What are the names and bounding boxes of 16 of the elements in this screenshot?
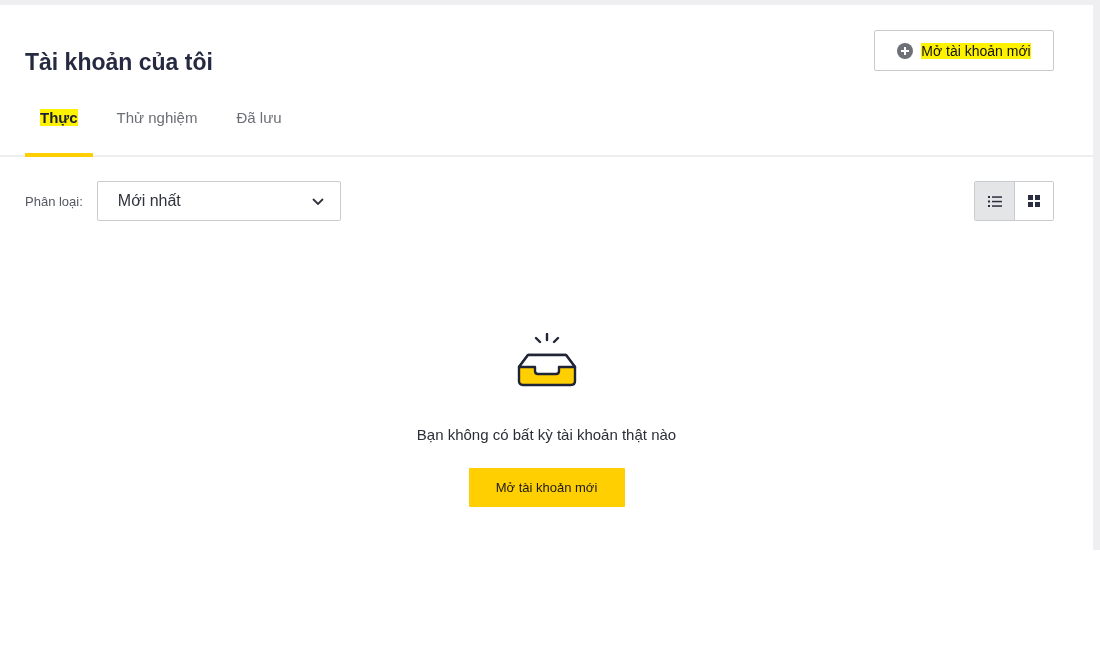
- empty-message: Bạn không có bất kỳ tài khoản thật nào: [416, 425, 677, 445]
- grid-icon: [1028, 195, 1040, 207]
- account-tab[interactable]: Đã lưu: [221, 100, 297, 157]
- view-toggle-button[interactable]: [1014, 182, 1053, 220]
- empty-tray-icon: [516, 333, 577, 387]
- sort-label: Phân loại:: [25, 193, 83, 209]
- sort-dropdown[interactable]: Mới nhất: [96, 181, 341, 221]
- page-title: Tài khoản của tôi: [25, 48, 213, 76]
- open-account-button[interactable]: Mở tài khoản mới: [468, 468, 625, 507]
- list-icon: [987, 195, 1002, 207]
- account-tab[interactable]: Thực: [25, 100, 93, 157]
- plus-circle-icon: [897, 42, 914, 59]
- open-account-button[interactable]: Mở tài khoản mới: [874, 30, 1054, 71]
- view-toggle-button[interactable]: [975, 182, 1014, 220]
- chevron-down-icon: [311, 197, 324, 205]
- account-tab[interactable]: Thử nghiệm: [101, 100, 213, 157]
